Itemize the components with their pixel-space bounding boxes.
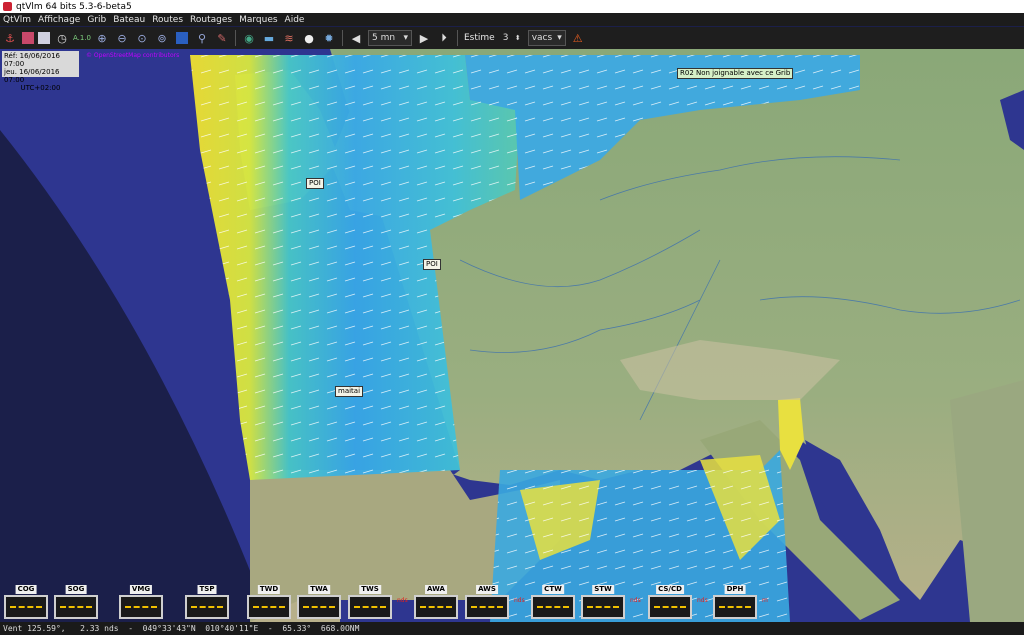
magnifier-icon[interactable]: ⚲ xyxy=(194,30,210,46)
menu-aide[interactable]: Aide xyxy=(285,15,305,25)
instrument-sog[interactable]: SOG xyxy=(54,585,98,619)
instrument-ctw[interactable]: CTW xyxy=(531,585,575,619)
status-bar: Vent 125.59°, 2.33 nds - 049°33'43"N 010… xyxy=(0,622,1024,635)
unit-aws: nds xyxy=(514,597,525,604)
step-select[interactable]: 5 mn ▾ xyxy=(368,30,412,46)
menu-routages[interactable]: Routages xyxy=(190,15,232,25)
app-icon xyxy=(3,2,12,11)
instrument-stw[interactable]: STW xyxy=(581,585,625,619)
instrument-vmg[interactable]: VMG xyxy=(119,585,163,619)
toolbar-separator xyxy=(457,30,458,46)
poi-marker[interactable]: POI xyxy=(306,178,324,189)
route-status-badge[interactable]: R02 Non joignable avec ce Grib xyxy=(677,68,794,79)
ruler-icon[interactable]: ▬ xyxy=(261,30,277,46)
menu-bar: QtVlm Affichage Grib Bateau Routes Routa… xyxy=(0,13,1024,26)
menu-marques[interactable]: Marques xyxy=(239,15,277,25)
prev-step-icon[interactable]: ◀ xyxy=(348,30,364,46)
instrument-cog[interactable]: COG xyxy=(4,585,48,619)
unit-stw: nds xyxy=(630,597,641,604)
map-view[interactable]: Réf: 16/06/2016 07:00 jeu. 16/06/2016 07… xyxy=(0,49,1024,622)
instrument-dph[interactable]: DPH xyxy=(713,585,757,619)
zoom-all-icon[interactable]: ⊚ xyxy=(154,30,170,46)
title-bar: qtVlm 64 bits 5.3-6-beta5 xyxy=(0,0,1024,13)
poi-marker[interactable]: POI xyxy=(423,259,441,270)
unit-dph: m xyxy=(762,597,768,604)
menu-bateau[interactable]: Bateau xyxy=(113,15,145,25)
globe-icon[interactable]: ◉ xyxy=(241,30,257,46)
white-disc-icon[interactable]: ● xyxy=(301,30,317,46)
grib-time-box: Réf: 16/06/2016 07:00 jeu. 16/06/2016 07… xyxy=(2,51,79,92)
compass-icon[interactable]: ✹ xyxy=(321,30,337,46)
utc-offset: UTC+02:00 xyxy=(20,84,61,92)
toolbar: ⚓ ◷ A.1.0 ⊕ ⊖ ⊙ ⊚ ⚲ ✎ ◉ ▬ ≋ ● ✹ ◀ 5 mn ▾ … xyxy=(0,27,1024,50)
toolbar-separator xyxy=(235,30,236,46)
window-title: qtVlm 64 bits 5.3-6-beta5 xyxy=(16,1,132,12)
menu-qtvlm[interactable]: QtVlm xyxy=(3,15,31,25)
map-canvas[interactable] xyxy=(0,49,1024,622)
menu-grib[interactable]: Grib xyxy=(87,15,106,25)
boat-icon[interactable]: ⚓ xyxy=(2,30,18,46)
current-time: jeu. 16/06/2016 07:00 xyxy=(4,68,60,84)
menu-routes[interactable]: Routes xyxy=(152,15,183,25)
gribs-icon[interactable] xyxy=(22,32,34,44)
zoom-out-icon[interactable]: ⊖ xyxy=(114,30,130,46)
play-icon[interactable]: ⏵ xyxy=(436,30,452,46)
osm-credit: © OpenStreetMap contributors xyxy=(86,52,180,59)
instrument-twd[interactable]: TWD xyxy=(247,585,291,619)
warning-icon[interactable]: ⚠ xyxy=(570,30,586,46)
scale-icon[interactable]: A.1.0 xyxy=(73,30,91,46)
unit-select[interactable]: vacs ▾ xyxy=(527,30,566,46)
brush-icon[interactable]: ✎ xyxy=(214,30,230,46)
reference-time: Réf: 16/06/2016 07:00 xyxy=(4,52,60,68)
unit-cs-cd: nds xyxy=(697,597,708,604)
estime-spinbox[interactable]: 3 ⬍ xyxy=(499,31,524,45)
estime-label: Estime xyxy=(464,33,495,43)
instrument-dashboard: COG SOG VMG TSP TWD TWA TWS nds AWA AWS … xyxy=(0,583,1024,622)
toolbar-separator xyxy=(342,30,343,46)
zoom-fit-icon[interactable]: ⊙ xyxy=(134,30,150,46)
menu-affichage[interactable]: Affichage xyxy=(38,15,80,25)
zoom-in-icon[interactable]: ⊕ xyxy=(94,30,110,46)
boat-marker[interactable]: maitai xyxy=(335,386,364,397)
instrument-cs-cd[interactable]: CS/CD xyxy=(648,585,692,619)
select-zone-icon[interactable] xyxy=(174,30,190,46)
windsock-icon[interactable]: ≋ xyxy=(281,30,297,46)
instrument-tsp[interactable]: TSP xyxy=(185,585,229,619)
clock-icon[interactable]: ◷ xyxy=(54,30,70,46)
unit-tws: nds xyxy=(397,597,408,604)
open-grib-icon[interactable] xyxy=(38,32,50,44)
instrument-aws[interactable]: AWS xyxy=(465,585,509,619)
next-step-icon[interactable]: ▶ xyxy=(416,30,432,46)
instrument-tws[interactable]: TWS xyxy=(348,585,392,619)
instrument-twa[interactable]: TWA xyxy=(297,585,341,619)
instrument-awa[interactable]: AWA xyxy=(414,585,458,619)
